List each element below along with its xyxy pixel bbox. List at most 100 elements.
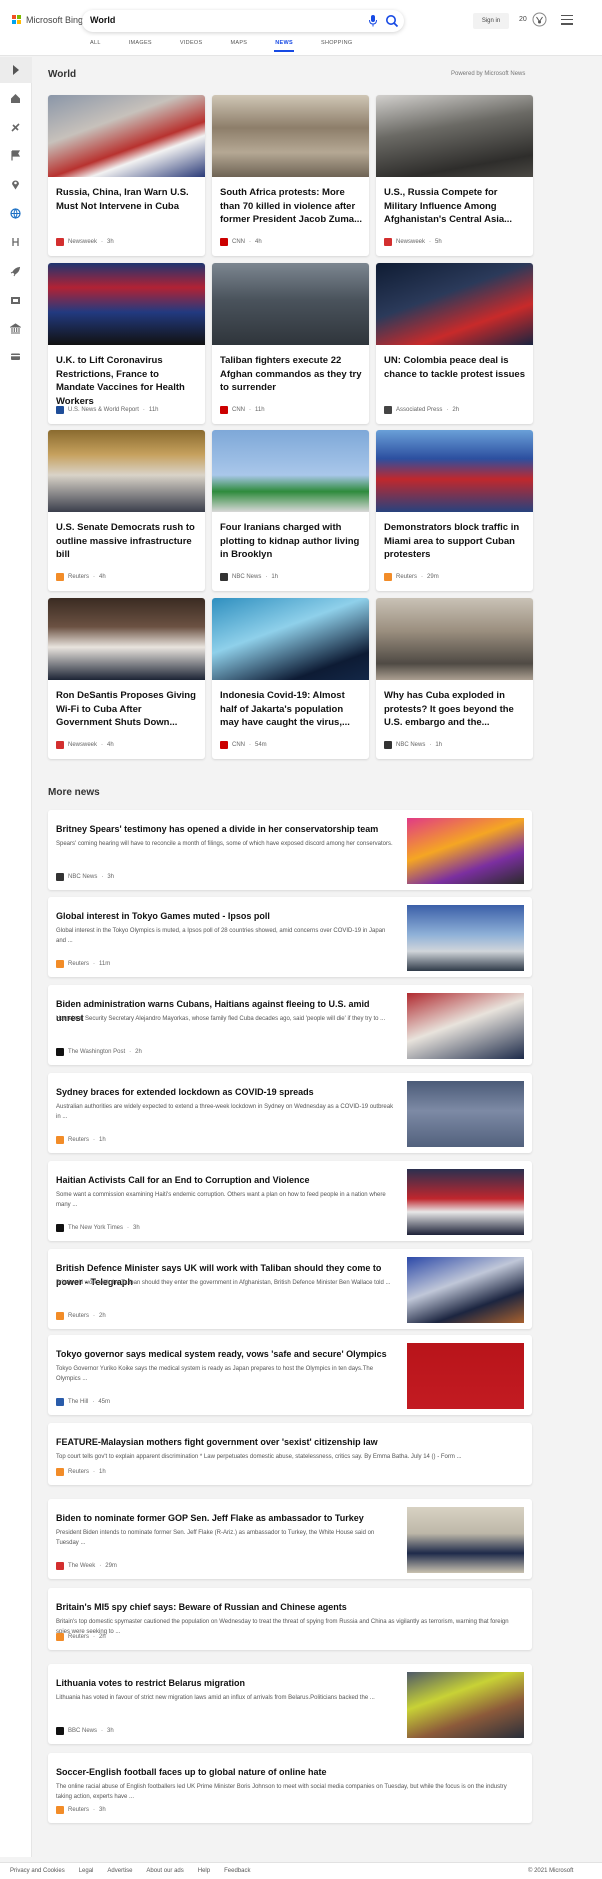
more-news-item[interactable]: Biden administration warns Cubans, Haiti…	[48, 985, 532, 1065]
news-card-image[interactable]	[48, 430, 205, 512]
news-card[interactable]: Indonesia Covid-19: Almost half of Jakar…	[212, 598, 369, 759]
sign-in-button[interactable]: Sign in	[473, 13, 509, 29]
news-card-title[interactable]: Indonesia Covid-19: Almost half of Jakar…	[220, 689, 363, 730]
more-news-title[interactable]: Soccer-English football faces up to glob…	[56, 1765, 524, 1779]
flag-icon[interactable]	[10, 150, 21, 161]
more-news-title[interactable]: Britney Spears' testimony has opened a d…	[56, 822, 396, 836]
more-news-item[interactable]: FEATURE-Malaysian mothers fight governme…	[48, 1423, 532, 1485]
footer-link-about-ads[interactable]: About our ads	[146, 1868, 183, 1874]
news-card[interactable]: Ron DeSantis Proposes Giving Wi-Fi to Cu…	[48, 598, 205, 759]
news-card-title[interactable]: Taliban fighters execute 22 Afghan comma…	[220, 354, 363, 395]
more-news-title[interactable]: Biden to nominate former GOP Sen. Jeff F…	[56, 1511, 396, 1525]
more-news-item[interactable]: Global interest in Tokyo Games muted - I…	[48, 897, 532, 977]
more-news-title[interactable]: Britain's MI5 spy chief says: Beware of …	[56, 1600, 524, 1614]
footer-link-legal[interactable]: Legal	[79, 1868, 94, 1874]
satellite-icon[interactable]	[10, 122, 21, 133]
news-card-image[interactable]	[376, 430, 533, 512]
news-card-image[interactable]	[48, 95, 205, 177]
more-news-title[interactable]: Sydney braces for extended lockdown as C…	[56, 1085, 396, 1099]
news-card-image[interactable]	[376, 95, 533, 177]
menu-icon[interactable]	[561, 15, 573, 25]
more-news-image[interactable]	[407, 1169, 524, 1235]
search-input[interactable]: World	[90, 15, 115, 25]
more-news-item[interactable]: Biden to nominate former GOP Sen. Jeff F…	[48, 1499, 532, 1579]
rewards-medal-icon[interactable]	[532, 12, 547, 27]
footer-link-help[interactable]: Help	[198, 1868, 210, 1874]
footer-link-privacy[interactable]: Privacy and Cookies	[10, 1868, 65, 1874]
tab-images[interactable]: IMAGES	[129, 40, 152, 46]
tab-all[interactable]: ALL	[90, 40, 101, 46]
more-news-title[interactable]: Tokyo governor says medical system ready…	[56, 1347, 396, 1361]
footer-link-advertise[interactable]: Advertise	[107, 1868, 132, 1874]
news-card-image[interactable]	[212, 95, 369, 177]
film-icon[interactable]	[10, 295, 21, 306]
news-card-image[interactable]	[48, 598, 205, 680]
bing-logo[interactable]: Microsoft Bing	[12, 15, 83, 25]
footer-link-feedback[interactable]: Feedback	[224, 1868, 250, 1874]
news-card-image[interactable]	[212, 598, 369, 680]
news-card-title[interactable]: UN: Colombia peace deal is chance to tac…	[384, 354, 527, 381]
news-card-image[interactable]	[376, 263, 533, 345]
news-card-image[interactable]	[376, 598, 533, 680]
news-card-title[interactable]: U.K. to Lift Coronavirus Restrictions, F…	[56, 354, 199, 408]
more-news-image[interactable]	[407, 993, 524, 1059]
news-card[interactable]: Russia, China, Iran Warn U.S. Must Not I…	[48, 95, 205, 256]
bank-icon[interactable]	[10, 323, 21, 334]
more-news-item[interactable]: Soccer-English football faces up to glob…	[48, 1753, 532, 1823]
expand-icon[interactable]	[12, 65, 20, 75]
news-card[interactable]: Why has Cuba exploded in protests? It go…	[376, 598, 533, 759]
more-news-image[interactable]	[407, 905, 524, 971]
news-card[interactable]: Four Iranians charged with plotting to k…	[212, 430, 369, 591]
more-news-item[interactable]: Haitian Activists Call for an End to Cor…	[48, 1161, 532, 1241]
tab-shopping[interactable]: SHOPPING	[321, 40, 352, 46]
rewards-count[interactable]: 20	[519, 16, 527, 23]
news-card-title[interactable]: Ron DeSantis Proposes Giving Wi-Fi to Cu…	[56, 689, 199, 730]
more-news-title[interactable]: Global interest in Tokyo Games muted - I…	[56, 909, 396, 923]
news-card[interactable]: South Africa protests: More than 70 kill…	[212, 95, 369, 256]
sidebar-toggle[interactable]	[0, 57, 32, 83]
news-card-title[interactable]: U.S., Russia Compete for Military Influe…	[384, 186, 527, 227]
rocket-icon[interactable]	[10, 266, 21, 277]
location-icon[interactable]	[10, 179, 21, 190]
news-card-title[interactable]: Why has Cuba exploded in protests? It go…	[384, 689, 527, 730]
more-news-image[interactable]	[407, 1081, 524, 1147]
news-card[interactable]: U.S., Russia Compete for Military Influe…	[376, 95, 533, 256]
tab-videos[interactable]: VIDEOS	[180, 40, 203, 46]
news-card-title[interactable]: Russia, China, Iran Warn U.S. Must Not I…	[56, 186, 199, 213]
news-card-image[interactable]	[212, 430, 369, 512]
news-card-title[interactable]: Four Iranians charged with plotting to k…	[220, 521, 363, 562]
news-card[interactable]: U.K. to Lift Coronavirus Restrictions, F…	[48, 263, 205, 424]
more-news-image[interactable]	[407, 1507, 524, 1573]
more-news-image[interactable]	[407, 1672, 524, 1738]
more-news-item[interactable]: Britney Spears' testimony has opened a d…	[48, 810, 532, 890]
more-news-item[interactable]: Tokyo governor says medical system ready…	[48, 1335, 532, 1415]
search-icon[interactable]	[385, 14, 399, 28]
news-card[interactable]: Taliban fighters execute 22 Afghan comma…	[212, 263, 369, 424]
science-icon[interactable]	[10, 237, 21, 248]
tab-maps[interactable]: MAPS	[230, 40, 247, 46]
more-news-item[interactable]: Lithuania votes to restrict Belarus migr…	[48, 1664, 532, 1744]
news-card[interactable]: Demonstrators block traffic in Miami are…	[376, 430, 533, 591]
tab-news[interactable]: NEWS	[274, 40, 294, 52]
more-news-image[interactable]	[407, 1257, 524, 1323]
more-news-title[interactable]: FEATURE-Malaysian mothers fight governme…	[56, 1435, 524, 1449]
microphone-icon[interactable]	[368, 15, 378, 27]
search-box[interactable]: World	[82, 10, 404, 32]
globe-icon[interactable]	[10, 208, 21, 219]
more-news-item[interactable]: Britain's MI5 spy chief says: Beware of …	[48, 1588, 532, 1650]
home-icon[interactable]	[10, 93, 21, 104]
news-card[interactable]: U.S. Senate Democrats rush to outline ma…	[48, 430, 205, 591]
news-card-title[interactable]: Demonstrators block traffic in Miami are…	[384, 521, 527, 562]
news-card-title[interactable]: South Africa protests: More than 70 kill…	[220, 186, 363, 227]
more-news-title[interactable]: Haitian Activists Call for an End to Cor…	[56, 1173, 396, 1187]
news-card-image[interactable]	[212, 263, 369, 345]
more-news-image[interactable]	[407, 1343, 524, 1409]
more-news-item[interactable]: Sydney braces for extended lockdown as C…	[48, 1073, 532, 1153]
news-card-image[interactable]	[48, 263, 205, 345]
more-news-title[interactable]: Lithuania votes to restrict Belarus migr…	[56, 1676, 396, 1690]
news-card[interactable]: UN: Colombia peace deal is chance to tac…	[376, 263, 533, 424]
news-card-title[interactable]: U.S. Senate Democrats rush to outline ma…	[56, 521, 199, 562]
more-news-image[interactable]	[407, 818, 524, 884]
more-news-item[interactable]: British Defence Minister says UK will wo…	[48, 1249, 532, 1329]
wallet-icon[interactable]	[10, 351, 21, 362]
